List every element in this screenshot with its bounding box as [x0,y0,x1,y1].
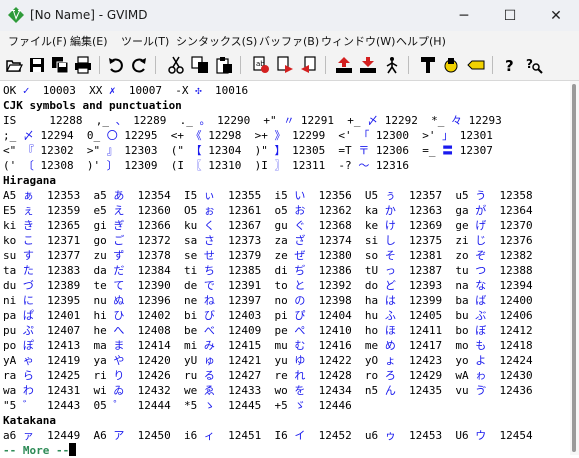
digraph-row: IS 12288 ,_ 、 12289 ._ 。 12290 +" 〃 1229… [3,114,502,127]
digraph-row: pa ぱ 12401 hi ひ 12402 bi び 12403 pi ぴ 12… [3,309,533,322]
minimize-button[interactable]: ─ [441,0,487,31]
digraph-row: po ぽ 12413 ma ま 12414 mi み 12415 mu む 12… [3,339,533,352]
find-prev-icon[interactable] [299,55,319,75]
save-session-icon[interactable] [358,55,378,75]
digraph-row: ni に 12395 nu ぬ 12396 ne ね 12397 no の 12… [3,294,533,307]
digraph-row: A5 ぁ 12353 a5 あ 12354 I5 ぃ 12355 i5 い 12… [3,189,533,202]
digraph-row: du づ 12389 te て 12390 de で 12391 to と 12… [3,279,533,292]
digraph-row: ki き 12365 gi ぎ 12366 ku く 12367 gu ぐ 12… [3,219,533,232]
help-icon[interactable]: ? [500,55,520,75]
redo-icon[interactable] [129,55,149,75]
more-prompt: -- More -- [3,444,70,457]
title-bar: [No Name] - GVIMD ─ ☐ ✕ [0,0,579,31]
svg-text:?: ? [526,57,533,71]
tags-icon[interactable] [466,55,486,75]
digraph-row: su す 12377 zu ず 12378 se せ 12379 ze ぜ 12… [3,249,533,262]
menu-edit[interactable]: 編集(E) [70,33,108,49]
digraph-row: E5 ぇ 12359 e5 え 12360 O5 ぉ 12361 o5 お 12… [3,204,533,217]
menu-buffers[interactable]: バッファ(B) [259,33,319,49]
editor-text-area[interactable]: OK ✓ 10003 XX ✗ 10007 -X ✣ 10016 CJK symb… [0,81,570,458]
digraph-row: wa わ 12431 wi ゐ 12432 we ゑ 12433 wo を 12… [3,384,533,397]
digraph-row: a6 ァ 12449 A6 ア 12450 i6 ィ 12451 I6 イ 12… [3,429,533,442]
save-icon[interactable] [27,55,47,75]
digraph-row: pu ぷ 12407 he へ 12408 be べ 12409 pe ぺ 12… [3,324,533,337]
menu-help[interactable]: ヘルプ(H) [396,33,446,49]
replace-icon[interactable]: ab [251,55,271,75]
menu-tools[interactable]: ツール(T) [121,33,169,49]
scrollbar-thumb[interactable] [572,84,576,452]
menu-window[interactable]: ウィンドウ(W) [321,33,395,49]
toolbar: ab ? ? [0,50,579,81]
menu-file[interactable]: ファイル(F) [8,33,67,49]
svg-text:?: ? [505,57,514,74]
more-prompt-line: -- More -- [3,443,77,458]
menu-syntax[interactable]: シンタックス(S) [176,33,257,49]
save-all-icon[interactable] [50,55,70,75]
digraph-row: ko こ 12371 go ご 12372 sa さ 12373 za ざ 12… [3,234,533,247]
vim-logo-icon [8,7,24,23]
digraph-row: (' 〔 12308 )' 〕 12309 (I 〖 12310 )I 〗 12… [3,159,410,172]
digraph-row: <" 『 12302 >" 』 12303 (" 【 12304 )" 】 12… [3,144,493,157]
find-help-icon[interactable]: ? [524,55,544,75]
window-title: [No Name] - GVIMD [30,8,148,22]
digraph-row: "5 ゛ 12443 05 ゜ 12444 *5 ゝ 12445 +5 ゞ 12… [3,399,352,412]
vertical-scrollbar[interactable] [570,81,579,455]
cut-icon[interactable] [166,55,186,75]
open-icon[interactable] [4,55,24,75]
copy-icon[interactable] [190,55,210,75]
digraph-row: ta た 12383 da だ 12384 ti ち 12385 di ぢ 12… [3,264,533,277]
undo-icon[interactable] [106,55,126,75]
find-next-icon[interactable] [275,55,295,75]
section-heading: CJK symbols and punctuation [3,99,182,112]
load-session-icon[interactable] [334,55,354,75]
digraph-row: ;_ 〆 12294 0_ 〇 12295 <+ 《 12298 >+ 》 12… [3,129,493,142]
print-icon[interactable] [73,55,93,75]
run-script-icon[interactable] [382,55,402,75]
shell-icon[interactable] [442,55,462,75]
section-heading: Hiragana [3,174,56,187]
maximize-button[interactable]: ☐ [487,0,533,31]
paste-icon[interactable] [214,55,234,75]
digraph-row: yA ゃ 12419 ya や 12420 yU ゅ 12421 yu ゆ 12… [3,354,533,367]
section-heading: Katakana [3,414,56,427]
digraph-row: OK ✓ 10003 XX ✗ 10007 -X ✣ 10016 [3,84,249,97]
digraph-row: ra ら 12425 ri り 12426 ru る 12427 re れ 12… [3,369,533,382]
menu-bar: ファイル(F) 編集(E) ツール(T) シンタックス(S) バッファ(B) ウ… [0,31,579,50]
make-icon[interactable] [418,55,438,75]
text-cursor [69,443,77,456]
close-button[interactable]: ✕ [533,0,579,31]
